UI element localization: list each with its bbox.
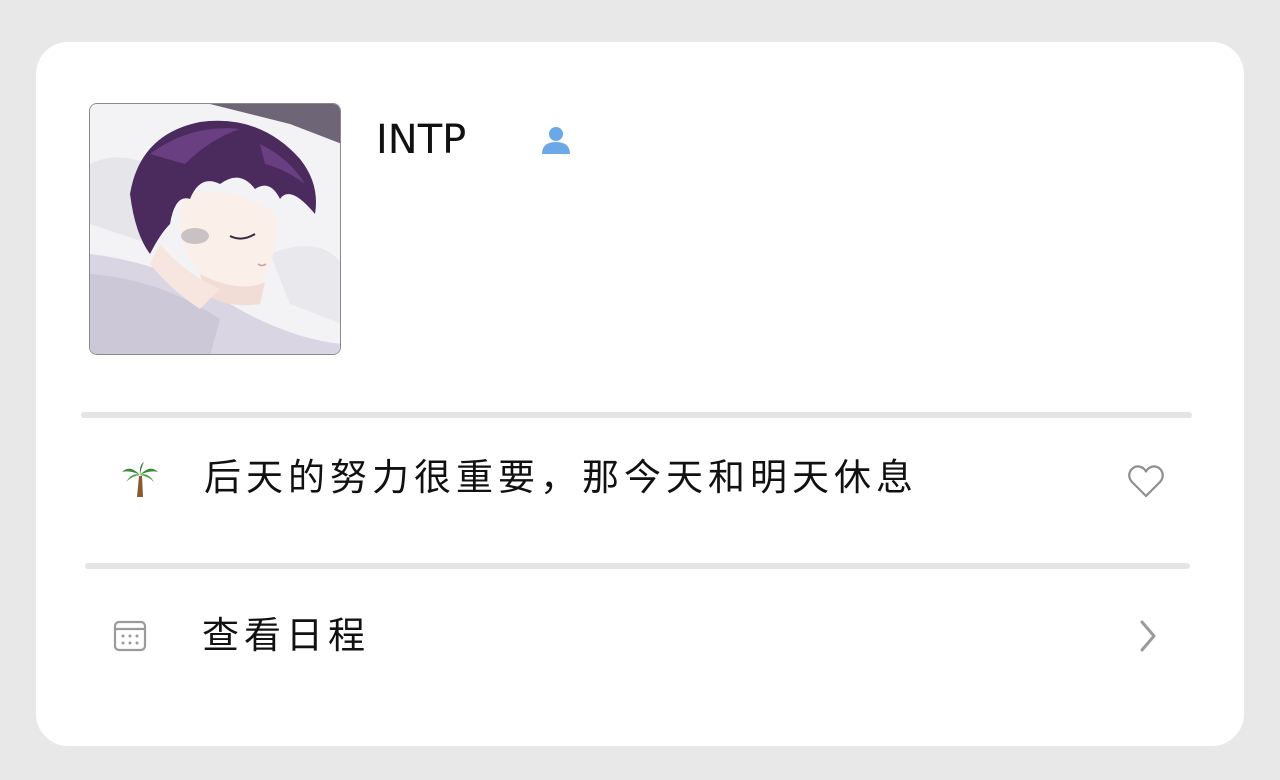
palm-tree-icon bbox=[122, 462, 158, 497]
avatar[interactable] bbox=[89, 103, 341, 355]
heart-outline-icon[interactable] bbox=[1126, 462, 1166, 502]
calendar-icon bbox=[113, 620, 147, 652]
avatar-image bbox=[90, 104, 340, 354]
person-icon[interactable] bbox=[538, 122, 574, 158]
profile-card: INTP 后天的努力很重要，那今天和明天休息 查看日程 bbox=[36, 42, 1244, 746]
divider bbox=[81, 412, 1192, 418]
chevron-right-icon[interactable] bbox=[1134, 616, 1162, 656]
divider bbox=[85, 563, 1190, 569]
profile-name: INTP bbox=[376, 117, 467, 163]
status-text: 后天的努力很重要，那今天和明天休息 bbox=[204, 456, 918, 499]
view-schedule-link[interactable]: 查看日程 bbox=[202, 614, 370, 658]
